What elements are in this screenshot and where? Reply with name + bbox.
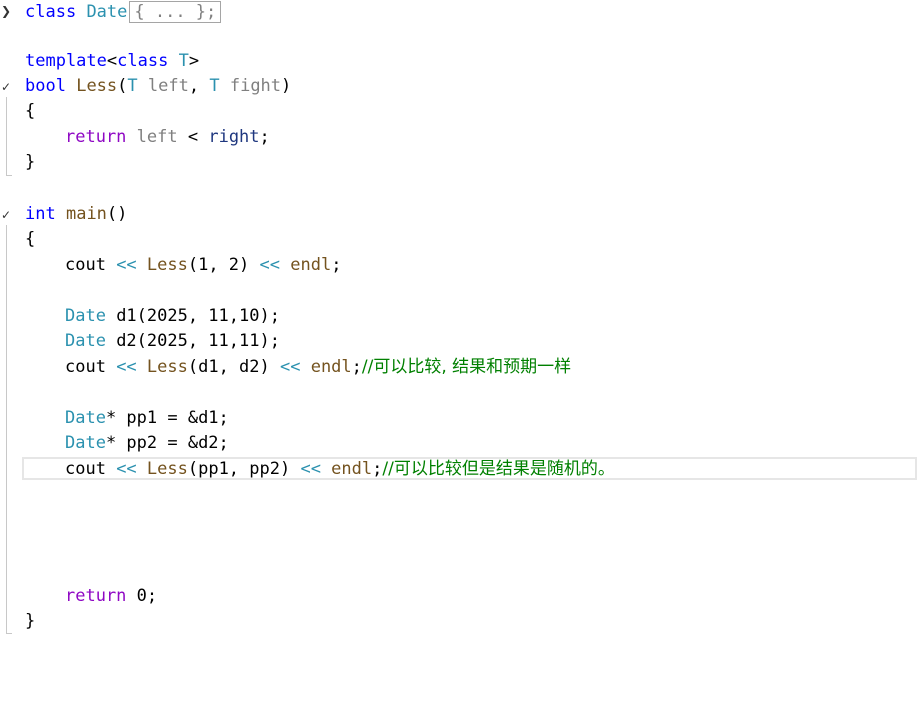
parameter: left xyxy=(136,127,178,147)
scope-guide xyxy=(6,97,7,175)
operator: << xyxy=(269,357,311,377)
code-line-24[interactable]: return 0; xyxy=(65,584,157,609)
keyword: class xyxy=(25,2,77,22)
code-line-19[interactable]: cout << Less(pp1, pp2) << endl;//可以比较但是结… xyxy=(65,457,615,482)
operator: < xyxy=(106,51,118,71)
brace: { xyxy=(25,101,36,121)
code-line-6[interactable]: return left < right; xyxy=(65,125,270,150)
code-text: d1(2025, 11,10); xyxy=(105,306,280,326)
brace: { xyxy=(25,229,36,249)
keyword: class xyxy=(117,51,169,71)
type-name: Date xyxy=(65,433,106,453)
comment: //可以比较, 结果和预期一样 xyxy=(361,357,572,377)
parameter: fight xyxy=(229,76,282,96)
function-name: Less xyxy=(146,255,188,275)
keyword: return xyxy=(65,127,127,147)
function-name: Less xyxy=(146,357,188,377)
code-line-11[interactable]: cout << Less(1, 2) << endl; xyxy=(65,253,341,278)
code-line-15[interactable]: cout << Less(d1, d2) << endl;//可以比较, 结果和… xyxy=(65,355,571,380)
code-text: d2(2025, 11,11); xyxy=(105,331,280,351)
paren: ( xyxy=(117,76,128,96)
type-name: T xyxy=(127,76,138,96)
identifier: cout xyxy=(65,357,106,377)
function-name: Less xyxy=(76,76,118,96)
type-name: Date xyxy=(65,408,106,428)
punctuation: ; xyxy=(351,357,362,377)
type-name: T xyxy=(178,51,189,71)
type-name: Date xyxy=(65,331,106,351)
code-line-18[interactable]: Date* pp2 = &d2; xyxy=(65,431,229,456)
chevron-down-icon[interactable]: ✓ xyxy=(0,207,13,223)
type-name: T xyxy=(209,76,220,96)
operator: << xyxy=(105,459,147,479)
code-line-7[interactable]: } xyxy=(25,150,35,175)
punctuation: ; xyxy=(331,255,342,275)
code-text: * pp1 = &d1; xyxy=(105,408,229,428)
scope-guide-end xyxy=(6,175,12,176)
code-line-13[interactable]: Date d1(2025, 11,10); xyxy=(65,304,280,329)
identifier: endl xyxy=(290,255,332,275)
punctuation: ; xyxy=(259,127,270,147)
operator: << xyxy=(105,255,147,275)
type-name: Date xyxy=(65,306,106,326)
code-line-17[interactable]: Date* pp1 = &d1; xyxy=(65,406,229,431)
punctuation: , xyxy=(188,76,210,96)
code-line-10[interactable]: { xyxy=(25,227,35,252)
identifier: endl xyxy=(331,459,373,479)
scope-guide-end xyxy=(6,633,12,634)
punctuation: ; xyxy=(372,459,383,479)
paren: ) xyxy=(281,76,292,96)
keyword: return xyxy=(65,586,127,606)
arguments: (d1, d2) xyxy=(187,357,270,377)
chevron-down-icon[interactable]: ✓ xyxy=(0,79,13,95)
collapsed-region[interactable]: { ... }; xyxy=(129,1,222,23)
code-line-9[interactable]: int main() xyxy=(25,202,127,227)
identifier: cout xyxy=(65,255,106,275)
brace: } xyxy=(25,611,36,631)
parameter: left xyxy=(147,76,189,96)
code-line-25[interactable]: } xyxy=(25,609,35,634)
code-text: 0; xyxy=(126,586,158,606)
keyword: bool xyxy=(25,76,66,96)
code-text: * pp2 = &d2; xyxy=(105,433,229,453)
function-name: Less xyxy=(146,459,188,479)
scope-guide xyxy=(6,225,7,633)
arguments: (1, 2) xyxy=(187,255,250,275)
chevron-right-icon[interactable]: ❯ xyxy=(0,3,13,19)
identifier: endl xyxy=(310,357,352,377)
identifier: cout xyxy=(65,459,106,479)
keyword: int xyxy=(25,204,56,224)
function-name: main xyxy=(65,204,107,224)
code-line-4[interactable]: bool Less(T left, T fight) xyxy=(25,74,291,99)
operator: << xyxy=(249,255,291,275)
code-line-5[interactable]: { xyxy=(25,99,35,124)
keyword: template xyxy=(25,51,107,71)
code-line-1[interactable]: class Date{ ... }; xyxy=(25,0,222,25)
operator: << xyxy=(105,357,147,377)
arguments: (pp1, pp2) xyxy=(187,459,291,479)
operator: < xyxy=(177,127,209,147)
operator: > xyxy=(188,51,200,71)
type-name: Date xyxy=(86,2,128,22)
comment: //可以比较但是结果是随机的。 xyxy=(382,459,615,479)
paren: () xyxy=(106,204,128,224)
operator: << xyxy=(290,459,332,479)
brace: } xyxy=(25,152,36,172)
code-line-14[interactable]: Date d2(2025, 11,11); xyxy=(65,329,280,354)
identifier: right xyxy=(208,127,260,147)
code-line-3[interactable]: template<class T> xyxy=(25,49,199,74)
code-editor[interactable]: ❯ class Date{ ... }; template<class T> ✓… xyxy=(0,0,917,707)
